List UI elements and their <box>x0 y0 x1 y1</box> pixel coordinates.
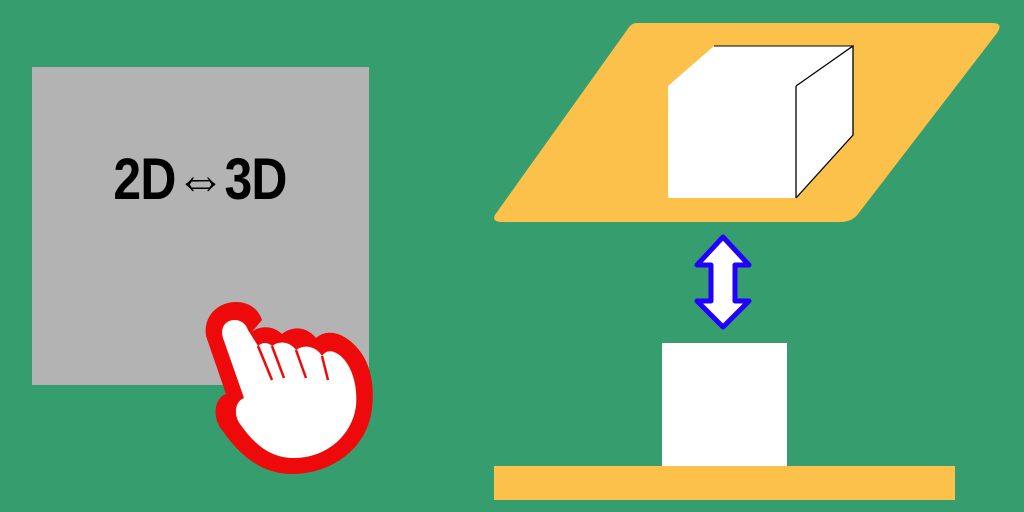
double-vertical-arrow-icon <box>694 234 752 330</box>
scene-graphics <box>205 23 1000 500</box>
pointing-hand-icon <box>205 302 373 474</box>
platform-2d <box>494 466 955 500</box>
illustration-canvas: 2D⇔3D <box>0 0 1024 512</box>
square-2d-icon <box>662 343 787 466</box>
